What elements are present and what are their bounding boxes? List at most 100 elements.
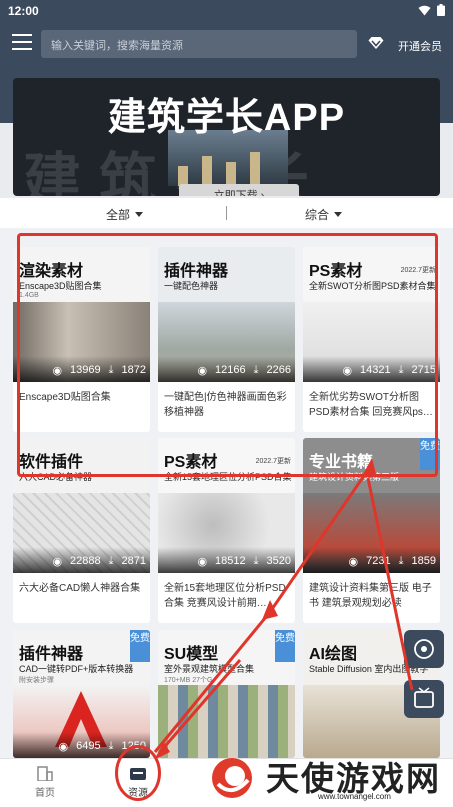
resource-card[interactable]: 插件神器 一键配色神器 ◉ 12166 ⤓ 2266 一键配色|仿色神器画面色彩移植…	[158, 247, 295, 432]
download-count: 1859	[411, 555, 436, 567]
card-caption: 一键配色|仿色神器画面色彩移植神器	[164, 392, 287, 418]
views-icon: ◉	[52, 556, 63, 568]
card-title: 插件神器	[164, 263, 229, 280]
resource-card[interactable]: 专业书籍 建筑设计资料集第三版 免费 ◉ 7231 ⤓ 1859 建筑设计资料集第三…	[303, 438, 440, 623]
card-caption: 六大必备CAD懒人神器合集	[19, 583, 141, 594]
card-stats: ◉ 22888 ⤓ 2871	[13, 547, 150, 573]
download-icon: ⤓	[108, 740, 114, 752]
download-count: 2266	[266, 364, 291, 376]
card-thumbnail: 软件插件 六大CAD必备神器 ◉ 22888 ⤓ 2871	[13, 438, 150, 573]
filter-category[interactable]: 全部	[106, 206, 144, 223]
views-icon: ◉	[197, 556, 208, 568]
tab-resources[interactable]: 资源	[108, 765, 168, 799]
resource-card[interactable]: 软件插件 六大CAD必备神器 ◉ 22888 ⤓ 2871 六大必备CAD懒人神器合…	[13, 438, 150, 623]
floating-scroll-button[interactable]	[404, 630, 444, 668]
resource-card[interactable]: SU模型 室外景观建筑模型合集 170+MB 27个G 免费	[158, 630, 295, 758]
card-title: 软件插件	[19, 454, 84, 471]
card-note: 170+MB 27个G	[164, 677, 213, 684]
card-note: 1.4GB	[19, 292, 39, 299]
banner-area: 建筑学长 建筑学长APP 立即下载 ›	[0, 68, 453, 198]
filter-sort[interactable]: 综合	[305, 206, 343, 223]
top-bar: 输入关键词，搜索海量资源 开通会员	[0, 22, 453, 68]
card-title: 插件神器	[19, 646, 84, 663]
download-icon: ⤓	[108, 555, 114, 567]
menu-icon[interactable]	[12, 34, 32, 52]
free-badge: 免费	[275, 630, 295, 662]
download-icon: ⤓	[253, 364, 259, 376]
search-input[interactable]: 输入关键词，搜索海量资源	[41, 30, 357, 58]
views-icon: ◉	[342, 365, 353, 377]
building-icon	[37, 766, 53, 781]
download-count: 3520	[266, 555, 291, 567]
status-icons	[418, 4, 445, 16]
views-icon: ◉	[52, 365, 63, 377]
download-icon: ⤓	[253, 555, 259, 567]
card-thumbnail: PS素材 2022.7更新 全新SWOT分析图PSD素材合集 ◉ 14321 ⤓ 2…	[303, 247, 440, 382]
card-caption: 全新15套地理区位分析PSD合集 竞赛风设计前期…	[164, 583, 286, 609]
views-count: 12166	[215, 364, 246, 376]
card-thumbnail: 插件神器 CAD一键转PDF+版本转换器 附安装步骤 免费 ◉ 6495 ⤓ 125…	[13, 630, 150, 758]
card-title: 渲染素材	[19, 263, 84, 280]
views-count: 18512	[215, 555, 246, 567]
card-subtitle: 全新15套地理区位分析PSD合集	[164, 472, 292, 482]
target-icon	[414, 639, 434, 659]
card-title: PS素材	[309, 263, 363, 280]
tv-icon	[414, 687, 434, 708]
card-subtitle: Enscape3D贴图合集	[19, 281, 102, 291]
views-icon: ◉	[58, 741, 69, 753]
card-title: PS素材	[164, 454, 218, 471]
folder-icon	[130, 768, 146, 780]
download-icon: ⤓	[108, 364, 114, 376]
download-icon: ⤓	[398, 555, 404, 567]
status-time: 12:00	[8, 4, 39, 18]
free-badge: 免费	[130, 630, 150, 662]
card-subtitle: 一键配色神器	[164, 281, 219, 291]
card-stats: ◉ 7231 ⤓ 1859	[303, 547, 440, 573]
card-thumbnail: 渲染素材 Enscape3D贴图合集 1.4GB ◉ 13969 ⤓ 1872	[13, 247, 150, 382]
card-subtitle: 全新SWOT分析图PSD素材合集	[309, 281, 436, 291]
card-stats: ◉ 13969 ⤓ 1872	[13, 356, 150, 382]
card-tag: 2022.7更新	[255, 458, 291, 465]
filter-divider	[226, 206, 227, 220]
filter-bar: 全部 综合	[0, 198, 453, 228]
watermark-url: www.townangel.com	[318, 792, 391, 801]
views-count: 7231	[366, 555, 391, 567]
card-note: 附安装步骤	[19, 677, 54, 684]
free-badge: 免费	[420, 438, 440, 470]
resource-card[interactable]: 渲染素材 Enscape3D贴图合集 1.4GB ◉ 13969 ⤓ 1872 En…	[13, 247, 150, 432]
card-caption: Enscape3D贴图合集	[19, 392, 111, 403]
views-icon: ◉	[348, 556, 359, 568]
download-count: 1872	[121, 364, 146, 376]
views-count: 6495	[76, 740, 101, 752]
card-thumbnail: 插件神器 一键配色神器 ◉ 12166 ⤓ 2266	[158, 247, 295, 382]
watermark-logo-icon	[212, 758, 252, 798]
filter-sort-label: 综合	[305, 208, 330, 222]
resource-card[interactable]: 插件神器 CAD一键转PDF+版本转换器 附安装步骤 免费 ◉ 6495 ⤓ 125…	[13, 630, 150, 758]
resource-card[interactable]: PS素材 2022.7更新 全新15套地理区位分析PSD合集 ◉ 18512 ⤓ 3…	[158, 438, 295, 623]
status-bar: 12:00	[0, 0, 453, 22]
download-count: 2715	[411, 364, 436, 376]
card-subtitle: CAD一键转PDF+版本转换器	[19, 664, 134, 674]
download-icon: ⤓	[398, 364, 404, 376]
views-count: 13969	[70, 364, 101, 376]
resource-card[interactable]: PS素材 2022.7更新 全新SWOT分析图PSD素材合集 ◉ 14321 ⤓ 2…	[303, 247, 440, 432]
filter-category-label: 全部	[106, 208, 131, 222]
views-count: 14321	[360, 364, 391, 376]
card-stats: ◉ 6495 ⤓ 1250	[13, 732, 150, 758]
card-title: SU模型	[164, 646, 219, 663]
vip-button[interactable]: 开通会员	[398, 38, 442, 54]
card-thumbnail: SU模型 室外景观建筑模型合集 170+MB 27个G 免费	[158, 630, 295, 758]
card-stats: ◉ 12166 ⤓ 2266	[158, 356, 295, 382]
card-thumbnail: PS素材 2022.7更新 全新15套地理区位分析PSD合集 ◉ 18512 ⤓ 3…	[158, 438, 295, 573]
tab-home[interactable]: 首页	[15, 765, 75, 799]
card-stats: ◉ 18512 ⤓ 3520	[158, 547, 295, 573]
card-tag: 2022.7更新	[400, 267, 436, 274]
download-button[interactable]: 立即下载 ›	[179, 184, 299, 196]
floating-tv-button[interactable]	[404, 680, 444, 718]
card-stats: ◉ 14321 ⤓ 2715	[303, 356, 440, 382]
vip-diamond-icon[interactable]	[368, 36, 384, 50]
card-caption: 全新优劣势SWOT分析图PSD素材合集 回竞赛风ps…	[309, 392, 433, 418]
promo-banner[interactable]: 建筑学长 建筑学长APP 立即下载 ›	[13, 78, 440, 196]
card-image	[158, 685, 295, 758]
card-subtitle: 六大CAD必备神器	[19, 472, 93, 482]
